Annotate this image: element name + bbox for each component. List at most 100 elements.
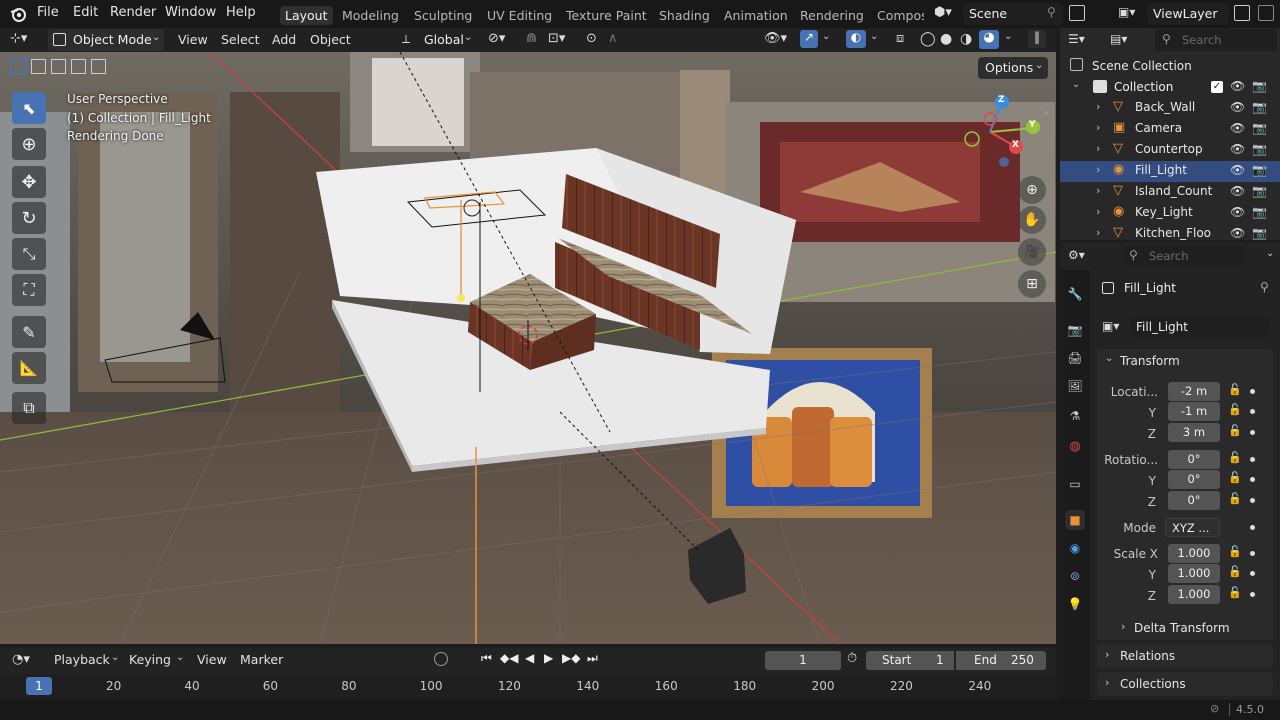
remove-view-layer-icon[interactable] [1258,5,1274,21]
start-frame-field[interactable]: Start 1 [866,651,954,670]
toggle-sidebar-icon[interactable]: ‖ [1028,30,1046,48]
chevron-right-icon[interactable]: › [1096,121,1100,134]
camera-render-icon[interactable]: 📷 [1252,226,1267,240]
scale-y-field[interactable]: 1.000 [1168,564,1220,583]
menu-window[interactable]: Window [165,5,216,20]
falloff-icon[interactable]: ∧ [608,31,618,46]
editor-type-icon[interactable]: ⊹▾ [10,31,27,46]
visibility-icon[interactable]: 👁▾ [764,31,787,46]
outliner-search-input[interactable]: ⚲ Search [1155,29,1277,51]
annotate-tool-button[interactable]: ✎ [12,316,46,348]
gizmo-dropdown-icon[interactable]: ⌄ [822,31,830,42]
keyframe-dot-icon[interactable] [1250,571,1255,576]
keyframe-dot-icon[interactable] [1250,457,1255,462]
select-tool-button[interactable]: ⬉ [12,92,46,124]
keyframe-dot-icon[interactable] [1250,592,1255,597]
delta-transform-header[interactable]: › Delta Transform [1097,616,1273,640]
keyframe-dot-icon[interactable] [1250,477,1255,482]
view-layer-field[interactable]: ViewLayer [1147,3,1229,25]
pin-icon[interactable]: ⚲ [1260,280,1269,294]
eye-icon[interactable]: 👁 [1230,79,1245,93]
tab-uv-editing[interactable]: UV Editing [482,6,557,25]
lock-icon[interactable]: 🔓 [1228,451,1242,464]
menu-add[interactable]: Add [272,32,296,47]
eye-icon[interactable]: 👁 [1230,163,1245,177]
outliner-row-back-wall[interactable]: › ▽ Back_Wall 👁 📷 [1060,98,1280,119]
world-tab-icon[interactable]: ◍ [1065,436,1085,456]
measure-tool-button[interactable]: 📐 [12,352,46,384]
properties-editor-icon[interactable]: ⚙▾ [1068,248,1085,262]
lock-icon[interactable]: 🔓 [1228,492,1242,505]
camera-render-icon[interactable]: 📷 [1252,184,1267,198]
display-mode-icon[interactable]: ▤▾ [1110,32,1127,46]
wireframe-shading-icon[interactable]: ◯ [920,31,936,47]
ortho-grid-icon[interactable]: ⊞ [1018,270,1046,298]
chevron-right-icon[interactable]: › [1096,100,1100,113]
menu-help[interactable]: Help [226,5,256,20]
zoom-icon[interactable]: ⊕ [1018,176,1046,204]
lock-icon[interactable]: 🔓 [1228,383,1242,396]
keyframe-dot-icon[interactable] [1250,551,1255,556]
chevron-down-icon[interactable]: ⌄ [1266,248,1274,259]
eye-icon[interactable]: 👁 [1230,100,1245,114]
stopwatch-icon[interactable]: ⏱ [847,651,857,666]
new-scene-icon[interactable] [1069,5,1085,21]
menu-object[interactable]: Object [310,32,351,47]
options-dropdown[interactable]: Options ⌄ [978,57,1048,79]
snap-toggle-icon[interactable]: ⋒ [526,31,537,46]
output-tab-icon[interactable]: 🖨 [1065,348,1085,368]
scene-collection-row[interactable]: Scene Collection [1060,56,1280,77]
pivot-point-icon[interactable]: ⊘▾ [488,31,505,46]
keyframe-dot-icon[interactable] [1250,525,1255,530]
view-layer-tab-icon[interactable]: 🖼 [1065,376,1085,396]
camera-view-icon[interactable]: 🎥 [1018,238,1046,266]
menu-keying[interactable]: Keying [129,652,171,667]
camera-render-icon[interactable]: 📷 [1252,142,1267,156]
relations-panel-header[interactable]: › Relations [1097,644,1273,668]
chevron-right-icon[interactable]: › [1096,184,1100,197]
3d-viewport[interactable]: ⬉ ⊕ ✥ ↻ ⤡ ⛶ ✎ 📐 ⧉ User Perspective (1) C… [0,52,1056,644]
physics-tab-icon[interactable]: ◉ [1065,538,1085,558]
select-mode-intersect-icon[interactable] [91,59,106,74]
lock-icon[interactable]: 🔓 [1228,403,1242,416]
shading-dropdown-icon[interactable]: ⌄ [1004,31,1012,42]
scene-name-field[interactable]: Scene ⚲ [963,3,1063,25]
rotation-z-field[interactable]: 0° [1168,491,1220,510]
solid-shading-icon[interactable]: ● [940,31,952,47]
pan-hand-icon[interactable]: ✋ [1018,206,1046,234]
menu-view[interactable]: View [178,32,208,47]
rotation-mode-dropdown[interactable]: XYZ ... [1165,518,1220,537]
outliner-row-island-count[interactable]: › ▽ Island_Count 👁 📷 [1060,182,1280,203]
navigation-gizmo[interactable]: Z Y X [960,92,1045,177]
lock-icon[interactable]: 🔓 [1228,586,1242,599]
transform-tool-button[interactable]: ⛶ [12,274,46,306]
overlays-dropdown-icon[interactable]: ⌄ [870,31,878,42]
rendered-shading-icon[interactable]: ◕ [979,30,999,49]
sidebar-collapse-icon[interactable]: ‹ [1044,106,1048,119]
collections-panel-header[interactable]: › Collections [1097,672,1273,696]
tab-layout[interactable]: Layout [280,6,333,25]
eye-icon[interactable]: 👁 [1230,142,1245,156]
view-layer-icon[interactable]: ▣▾ [1118,5,1144,23]
chevron-right-icon[interactable]: › [1096,205,1100,218]
menu-select[interactable]: Select [221,32,260,47]
camera-render-icon[interactable]: 📷 [1252,79,1267,93]
select-mode-subtract-icon[interactable] [51,59,66,74]
scene-selector[interactable]: ⬢▾ Scene ⚲ [930,3,1066,25]
add-cube-tool-button[interactable]: ⧉ [12,392,46,424]
select-mode-difference-icon[interactable] [71,59,86,74]
tab-animation[interactable]: Animation [719,6,793,25]
camera-render-icon[interactable]: 📷 [1252,205,1267,219]
end-frame-field[interactable]: End 250 [956,651,1046,670]
cursor-tool-button[interactable]: ⊕ [12,128,46,160]
jump-start-icon[interactable]: ⏮ [481,651,492,666]
proportional-edit-icon[interactable]: ⊙ [586,31,597,46]
location-y-field[interactable]: -1 m [1168,402,1220,421]
keyframe-dot-icon[interactable] [1250,409,1255,414]
tab-sculpting[interactable]: Sculpting [409,6,477,25]
new-view-layer-icon[interactable] [1234,5,1250,21]
eye-icon[interactable]: 👁 [1230,121,1245,135]
rotation-y-field[interactable]: 0° [1168,470,1220,489]
tool-tab-icon[interactable]: 🔧 [1065,284,1085,304]
gizmo-toggle-icon[interactable]: ↗ [800,30,818,48]
